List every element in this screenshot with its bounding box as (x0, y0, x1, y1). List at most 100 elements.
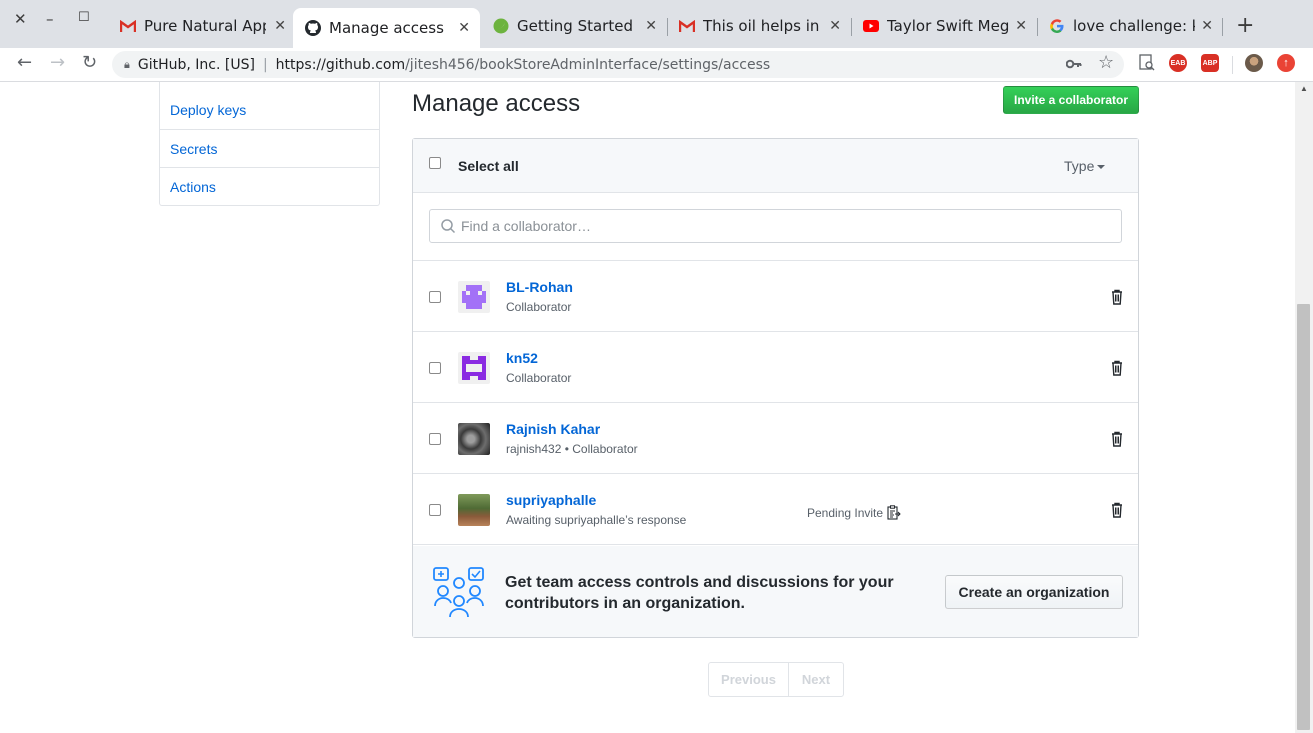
collaborator-row: Rajnish Kahar rajnish432 • Collaborator (413, 403, 1138, 474)
browser-tab[interactable]: Pure Natural Appl ✕ (120, 12, 286, 40)
reader-icon[interactable] (1139, 54, 1155, 74)
avatar[interactable] (458, 352, 490, 384)
tab-title: Getting Started | \ (517, 17, 639, 35)
organization-promo-text: Get team access controls and discussions… (505, 574, 894, 612)
next-page-button[interactable]: Next (789, 663, 843, 696)
tab-title: love challenge: ki (1073, 17, 1195, 35)
previous-page-button[interactable]: Previous (709, 663, 789, 696)
url-path: /jitesh456/bookStoreAdminInterface/setti… (405, 56, 771, 73)
tab-close-icon[interactable]: ✕ (645, 18, 657, 34)
sidebar-item-secrets[interactable]: Secrets (160, 129, 379, 167)
avatar[interactable] (458, 494, 490, 526)
tab-close-icon[interactable]: ✕ (829, 18, 841, 34)
tab-close-icon[interactable]: ✕ (1015, 18, 1027, 34)
tab-close-icon[interactable]: ✕ (1201, 18, 1213, 34)
reload-icon[interactable]: ↻ (82, 52, 97, 73)
pending-invite-label: Pending Invite (807, 505, 884, 520)
row-checkbox[interactable] (429, 362, 441, 374)
page-title: Manage access (412, 90, 581, 117)
avatar[interactable] (458, 423, 490, 455)
github-icon (305, 20, 321, 36)
browser-toolbar: ← → ↻ 🔒︎ GitHub, Inc. [US] | https://git… (0, 48, 1313, 82)
sidebar-item-actions[interactable]: Actions (160, 167, 379, 205)
youtube-icon (863, 18, 879, 34)
profile-avatar[interactable] (1245, 54, 1263, 72)
tab-separator (851, 18, 852, 36)
trash-icon[interactable] (1110, 360, 1124, 376)
collaborator-name[interactable]: BL-Rohan (506, 279, 573, 295)
collaborator-role: Awaiting supriyaphalle’s response (506, 513, 687, 527)
row-checkbox[interactable] (429, 291, 441, 303)
tab-title: Manage access (329, 19, 444, 37)
key-icon[interactable] (1065, 56, 1082, 72)
row-checkbox[interactable] (429, 504, 441, 516)
trash-icon[interactable] (1110, 502, 1124, 518)
collaborator-name[interactable]: supriyaphalle (506, 492, 596, 508)
bookmark-star-icon[interactable]: ☆ (1098, 52, 1114, 73)
collaborator-row: supriyaphalle Awaiting supriyaphalle’s r… (413, 474, 1138, 545)
site-identity: GitHub, Inc. [US] (137, 56, 255, 73)
window-minimize-icon[interactable]: – (46, 10, 54, 28)
scrollbar-thumb[interactable] (1297, 304, 1310, 730)
tab-separator (667, 18, 668, 36)
browser-tab[interactable]: Getting Started | \ ✕ (493, 12, 657, 40)
ext-abp-icon[interactable]: ABP (1201, 54, 1219, 72)
update-arrow-icon[interactable]: ↑ (1277, 54, 1295, 72)
trash-icon[interactable] (1110, 431, 1124, 447)
collaborator-row: BL-Rohan Collaborator (413, 261, 1138, 332)
sidebar-item-deploy-keys[interactable]: Deploy keys (160, 82, 379, 129)
collaborator-role: Collaborator (506, 371, 572, 385)
github-page: Deploy keys Secrets Actions Manage acces… (0, 82, 1295, 733)
browser-tab-active[interactable]: Manage access ✕ (293, 8, 480, 48)
omnibox-divider: | (262, 56, 268, 73)
search-icon (441, 219, 456, 234)
window-close-icon[interactable]: ✕ (14, 10, 27, 28)
back-icon[interactable]: ← (17, 52, 32, 73)
toolbar-divider (1232, 56, 1233, 74)
page-scrollbar[interactable]: ▲ (1295, 82, 1313, 733)
type-filter-dropdown[interactable]: Type (1064, 158, 1106, 174)
caret-down-icon (1097, 165, 1106, 170)
collaborators-header: Select all Type (413, 139, 1138, 193)
filter-section: Find a collaborator… (413, 193, 1138, 261)
team-icon (433, 567, 484, 618)
browser-tab[interactable]: Taylor Swift Mega ✕ (863, 12, 1027, 40)
collaborators-box: Select all Type Find a collaborator… BL-… (412, 138, 1139, 638)
row-checkbox[interactable] (429, 433, 441, 445)
select-all-label: Select all (458, 158, 519, 174)
search-placeholder: Find a collaborator… (461, 218, 591, 234)
lock-icon: 🔒︎ (124, 57, 130, 71)
gmail-icon (679, 18, 695, 34)
window-maximize-icon[interactable]: ☐ (78, 10, 90, 25)
new-tab-icon[interactable]: + (1236, 13, 1254, 38)
pending-invite-status: Pending Invite (807, 505, 901, 520)
forward-icon[interactable]: → (50, 52, 65, 73)
tab-title: Taylor Swift Mega (887, 17, 1009, 35)
trash-icon[interactable] (1110, 289, 1124, 305)
find-collaborator-input[interactable]: Find a collaborator… (429, 209, 1122, 243)
select-all-checkbox[interactable] (429, 157, 441, 169)
collaborator-name[interactable]: kn52 (506, 350, 538, 366)
spring-icon (493, 18, 509, 34)
url-host: https://github.com (275, 56, 406, 73)
tab-title: This oil helps in fi (703, 17, 823, 35)
address-bar[interactable]: 🔒︎ GitHub, Inc. [US] | https://github.co… (112, 51, 1124, 78)
avatar[interactable] (458, 281, 490, 313)
collaborator-role: rajnish432 • Collaborator (506, 442, 638, 456)
collaborator-role: Collaborator (506, 300, 572, 314)
collaborator-name[interactable]: Rajnish Kahar (506, 421, 600, 437)
tab-close-icon[interactable]: ✕ (458, 20, 470, 36)
scroll-up-icon[interactable]: ▲ (1300, 84, 1308, 93)
tab-close-icon[interactable]: ✕ (274, 18, 286, 34)
organization-promo: Get team access controls and discussions… (413, 546, 1138, 637)
browser-tab[interactable]: This oil helps in fi ✕ (679, 12, 841, 40)
create-organization-button[interactable]: Create an organization (945, 575, 1123, 609)
ext-eab-icon[interactable]: EAB (1169, 54, 1187, 72)
pagination: Previous Next (708, 662, 844, 697)
invite-collaborator-button[interactable]: Invite a collaborator (1003, 86, 1139, 114)
clipboard-icon[interactable] (887, 505, 901, 520)
google-icon (1049, 18, 1065, 34)
tab-separator (1222, 18, 1223, 36)
tab-separator (1037, 18, 1038, 36)
browser-tab[interactable]: love challenge: ki ✕ (1049, 12, 1213, 40)
